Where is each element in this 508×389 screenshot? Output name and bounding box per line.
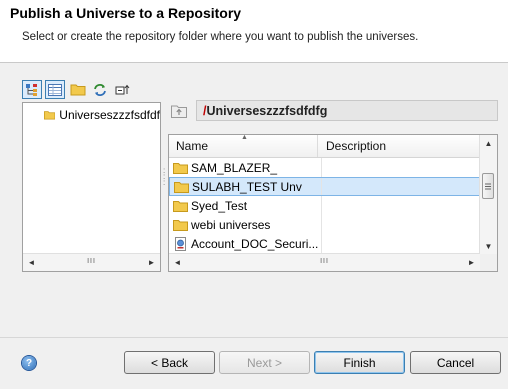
scroll-right-arrow[interactable]: ► bbox=[143, 254, 160, 271]
folder-tree[interactable]: Universeszzzfsdfdf ◄ III ► bbox=[22, 102, 161, 272]
tree-item-root-folder[interactable]: Universeszzzfsdfdf bbox=[44, 107, 160, 123]
row-description bbox=[320, 158, 480, 177]
wizard-header: Publish a Universe to a Repository Selec… bbox=[0, 0, 508, 63]
column-header-name[interactable]: ▲ Name bbox=[169, 135, 318, 157]
folder-table[interactable]: ▲ Name Description SAM_BLAZER_ SULABH_TE… bbox=[168, 134, 498, 272]
tree-horizontal-scrollbar[interactable]: ◄ III ► bbox=[23, 253, 160, 271]
universe-file-icon bbox=[175, 236, 186, 251]
current-path: /Universeszzzfsdfdfg bbox=[196, 100, 498, 121]
table-header: ▲ Name Description bbox=[169, 135, 480, 158]
cancel-button[interactable]: Cancel bbox=[410, 351, 501, 374]
scrollbar-corner bbox=[480, 254, 497, 271]
help-icon[interactable]: ? bbox=[22, 356, 36, 370]
details-view-icon[interactable] bbox=[45, 80, 65, 99]
row-name: SAM_BLAZER_ bbox=[191, 160, 278, 175]
collapse-all-icon[interactable] bbox=[113, 80, 133, 99]
row-description bbox=[320, 196, 480, 215]
finish-button[interactable]: Finish bbox=[314, 351, 405, 374]
scroll-down-arrow[interactable]: ▼ bbox=[480, 238, 497, 255]
scroll-left-arrow[interactable]: ◄ bbox=[169, 254, 186, 271]
next-button[interactable]: Next > bbox=[219, 351, 310, 374]
tree-item-label: Universeszzzfsdfdf bbox=[59, 108, 160, 122]
scroll-up-arrow[interactable]: ▲ bbox=[480, 135, 497, 152]
row-name: Account_DOC_Securi... bbox=[191, 236, 319, 251]
sort-ascending-icon: ▲ bbox=[241, 134, 248, 141]
current-path-text: /Universeszzzfsdfdfg bbox=[203, 103, 328, 118]
table-rows: SAM_BLAZER_ SULABH_TEST Unv Syed_Test we… bbox=[169, 158, 480, 253]
page-title: Publish a Universe to a Repository bbox=[10, 5, 242, 21]
up-folder-icon[interactable] bbox=[171, 104, 187, 121]
scroll-grip[interactable]: III bbox=[87, 258, 96, 265]
folder-icon bbox=[173, 219, 188, 231]
table-horizontal-scrollbar[interactable]: ◄ III ► bbox=[169, 253, 480, 271]
row-description bbox=[320, 178, 479, 195]
table-row[interactable]: Syed_Test bbox=[169, 196, 480, 215]
row-description bbox=[320, 234, 480, 253]
folder-icon bbox=[173, 162, 188, 174]
panel-splitter[interactable]: ::: bbox=[163, 167, 165, 187]
column-header-description[interactable]: Description bbox=[319, 135, 479, 157]
vertical-scroll-thumb[interactable] bbox=[482, 173, 494, 199]
new-folder-icon[interactable] bbox=[68, 80, 88, 99]
table-row[interactable]: Account_DOC_Securi... bbox=[169, 234, 480, 253]
table-row[interactable]: webi universes bbox=[169, 215, 480, 234]
folder-icon bbox=[173, 200, 188, 212]
footer-divider bbox=[0, 337, 508, 338]
table-row-selected[interactable]: SULABH_TEST Unv bbox=[169, 177, 480, 196]
back-button[interactable]: < Back bbox=[124, 351, 215, 374]
row-name: SULABH_TEST Unv bbox=[192, 179, 302, 194]
refresh-icon[interactable] bbox=[90, 80, 110, 99]
row-name: Syed_Test bbox=[191, 198, 248, 213]
folder-icon bbox=[44, 111, 56, 120]
table-row[interactable]: SAM_BLAZER_ bbox=[169, 158, 480, 177]
row-description bbox=[320, 215, 480, 234]
scroll-left-arrow[interactable]: ◄ bbox=[23, 254, 40, 271]
folder-icon bbox=[174, 181, 189, 193]
page-subtitle: Select or create the repository folder w… bbox=[22, 31, 419, 43]
row-name: webi universes bbox=[191, 217, 271, 232]
table-vertical-scrollbar[interactable]: ▲ ▼ bbox=[479, 135, 497, 255]
tree-view-icon[interactable] bbox=[22, 80, 42, 99]
scroll-grip[interactable]: III bbox=[320, 258, 329, 265]
scroll-right-arrow[interactable]: ► bbox=[463, 254, 480, 271]
